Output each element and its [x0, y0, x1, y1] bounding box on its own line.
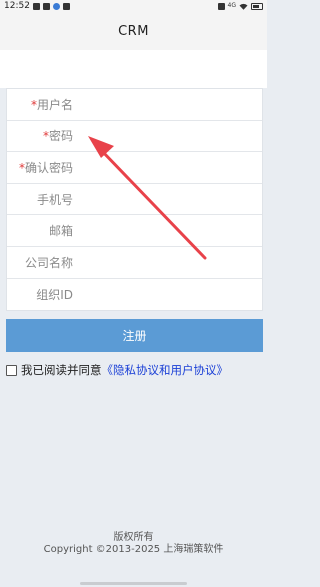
- agreement-checkbox[interactable]: [6, 364, 17, 376]
- username-label: *用户名: [30, 97, 73, 112]
- company-label: 公司名称: [24, 255, 73, 270]
- email-input[interactable]: [79, 215, 262, 246]
- status-left: 12:52: [4, 1, 70, 11]
- org-id-row[interactable]: 组织ID: [7, 278, 262, 311]
- phone-row[interactable]: 手机号: [7, 183, 262, 216]
- password-label: *密码: [42, 129, 73, 144]
- notification-icon: [32, 2, 40, 10]
- password-row[interactable]: *密码: [7, 120, 262, 153]
- agreement-text: 我已阅读并同意: [21, 363, 102, 377]
- agreement-row: 我已阅读并同意 《隐私协议和用户协议》: [6, 362, 263, 378]
- footer: 版权所有 Copyright ©2013-2025 上海瑞策软件: [0, 532, 267, 556]
- status-right: 4G: [217, 2, 263, 10]
- home-indicator: [80, 582, 187, 585]
- org-id-input[interactable]: [79, 278, 262, 311]
- username-row[interactable]: *用户名: [7, 89, 262, 121]
- header-spacer: [0, 50, 267, 88]
- register-form: *用户名 *密码 *确认密码 手机号 邮箱 公司名称 组织ID: [6, 88, 263, 312]
- status-time: 12:52: [4, 1, 30, 11]
- footer-rights: 版权所有: [113, 532, 154, 543]
- phone-input[interactable]: [79, 183, 262, 215]
- company-input[interactable]: [79, 246, 262, 278]
- username-input[interactable]: [79, 89, 262, 120]
- wifi-icon: [239, 3, 248, 10]
- page-title: CRM: [118, 23, 149, 39]
- status-bar: 12:52 4G: [0, 0, 267, 12]
- mute-icon: [217, 2, 225, 10]
- message-notification-icon: [62, 2, 70, 10]
- battery-icon: [251, 2, 263, 10]
- password-input[interactable]: [79, 120, 262, 152]
- app-notification-icon: [42, 2, 50, 10]
- email-label: 邮箱: [48, 224, 73, 239]
- register-button[interactable]: 注册: [6, 319, 263, 352]
- confirm-password-label: *确认密码: [18, 160, 73, 175]
- agreement-link[interactable]: 《隐私协议和用户协议》: [102, 362, 229, 378]
- email-row[interactable]: 邮箱: [7, 215, 262, 247]
- app-header: CRM: [0, 12, 267, 50]
- confirm-password-input[interactable]: [79, 152, 262, 183]
- browser-notification-icon: [52, 2, 60, 10]
- footer-copyright: Copyright ©2013-2025 上海瑞策软件: [43, 544, 224, 555]
- org-id-label: 组织ID: [36, 287, 73, 302]
- company-row[interactable]: 公司名称: [7, 246, 262, 279]
- network-indicator: 4G: [227, 2, 236, 9]
- confirm-password-row[interactable]: *确认密码: [7, 152, 262, 184]
- phone-label: 手机号: [36, 192, 73, 207]
